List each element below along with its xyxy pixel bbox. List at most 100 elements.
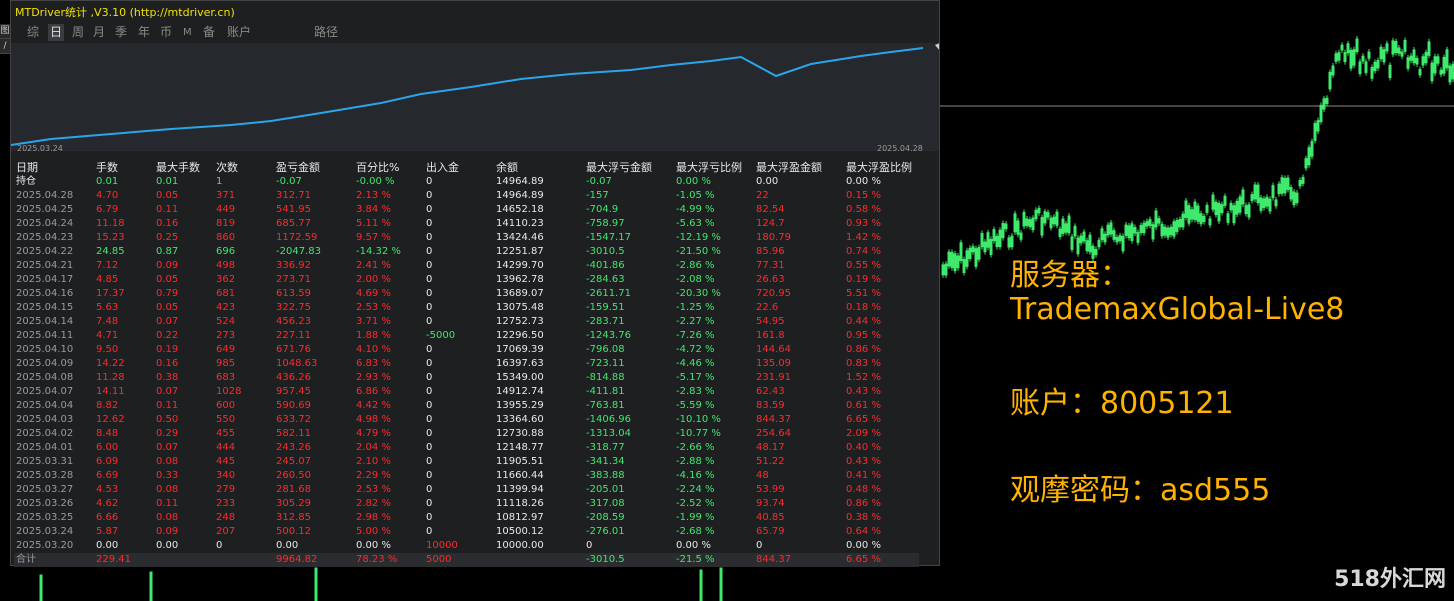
table-row[interactable]: 2025.04.28 4.70 0.05 371 312.71 2.13 % 0 14964.…	[14, 189, 919, 203]
table-cell: -205.01	[586, 484, 625, 495]
candle-body	[965, 250, 969, 267]
table-row[interactable]: 2025.04.09 14.22 0.16 985 1048.63 6.83 % 0 1639…	[14, 357, 919, 371]
candle-body	[1421, 56, 1425, 66]
table-cell: 5.63	[96, 302, 119, 313]
candle-body	[1073, 225, 1077, 237]
table-row[interactable]: 2025.04.08 11.28 0.38 683 436.26 2.93 % 0 15349…	[14, 371, 919, 385]
column-header[interactable]: 盈亏金额	[274, 161, 354, 175]
tab-currency[interactable]: 币	[160, 24, 172, 41]
table-row[interactable]: 2025.04.24 11.18 0.16 819 685.77 5.11 % 0 14110…	[14, 217, 919, 231]
tab-account[interactable]: 账户	[227, 24, 251, 41]
column-header[interactable]: 出入金	[424, 161, 494, 175]
equity-curve: 2025.03.24 2025.04.28	[10, 43, 940, 153]
table-cell: -2.83 %	[676, 386, 715, 397]
table-row[interactable]: 2025.03.25 6.66 0.08 248 312.85 2.98 % 0 10812.…	[14, 511, 919, 525]
candle-body	[1067, 215, 1071, 234]
candle-body	[1169, 226, 1173, 236]
column-header[interactable]: 最大手数	[154, 161, 214, 175]
table-cell: 2025.04.17	[16, 274, 74, 285]
column-header[interactable]: 最大浮亏金额	[584, 161, 674, 175]
candle-body	[1322, 98, 1326, 110]
draw-line-tool-button[interactable]: /	[0, 39, 10, 54]
table-cell: 7.12	[96, 260, 119, 271]
table-cell: 2025.03.31	[16, 456, 74, 467]
candle-body	[149, 571, 153, 601]
tab-quarterly[interactable]: 季	[115, 24, 127, 41]
candle-body	[1175, 220, 1179, 232]
column-header[interactable]: 手数	[94, 161, 154, 175]
table-cell: 2025.04.09	[16, 358, 74, 369]
table-cell: 6.83 %	[356, 358, 391, 369]
table-row[interactable]: 2025.04.03 12.62 0.50 550 633.72 4.98 % 0 13364…	[14, 413, 919, 427]
candle-body	[1004, 223, 1008, 230]
tab-summary[interactable]: 综	[27, 24, 39, 41]
table-row[interactable]: 2025.04.02 8.48 0.29 455 582.11 4.79 % 0 12730.…	[14, 427, 919, 441]
table-row[interactable]: 2025.04.17 4.85 0.05 362 273.71 2.00 % 0 13962.…	[14, 273, 919, 287]
table-cell: 243.26	[276, 442, 311, 453]
table-row[interactable]: 2025.04.21 7.12 0.09 498 336.92 2.41 % 0 14299.…	[14, 259, 919, 273]
candle-body	[989, 239, 993, 256]
table-cell: 1.52 %	[846, 372, 881, 383]
tab-m[interactable]: M	[183, 24, 192, 41]
tab-notes[interactable]: 备	[203, 24, 215, 41]
column-header[interactable]: 最大浮盈比例	[844, 161, 919, 175]
table-row[interactable]: 2025.04.23 15.23 0.25 860 1172.59 9.57 % 0 1342…	[14, 231, 919, 245]
column-header[interactable]: 次数	[214, 161, 274, 175]
table-row[interactable]: 2025.03.24 5.87 0.09 207 500.12 5.00 % 0 10500.…	[14, 525, 919, 539]
table-row[interactable]: 2025.04.01 6.00 0.07 444 243.26 2.04 % 0 12148.…	[14, 441, 919, 455]
candle-body	[959, 242, 963, 262]
table-cell: 312.85	[276, 512, 311, 523]
table-cell: 5.51 %	[846, 288, 881, 299]
holding-row[interactable]: 持仓 0.01 0.01 1 -0.07 -0.00 % 0 14964.89 -0.07 0.0…	[14, 175, 919, 189]
table-row[interactable]: 2025.03.28 6.69 0.33 340 260.50 2.29 % 0 11660.…	[14, 469, 919, 483]
candle-body	[1277, 183, 1281, 195]
candle-body	[1364, 61, 1368, 73]
candle-body	[1025, 218, 1029, 226]
table-cell: 48	[756, 470, 769, 481]
table-row[interactable]: 2025.04.25 6.79 0.11 449 541.95 3.84 % 0 14652.…	[14, 203, 919, 217]
table-row[interactable]: 2025.04.07 14.11 0.07 1028 957.45 6.86 % 0 1491…	[14, 385, 919, 399]
table-row[interactable]: 2025.04.16 17.37 0.79 681 613.59 4.69 % 0 13689…	[14, 287, 919, 301]
candle-body	[1109, 222, 1113, 235]
column-header[interactable]: 余额	[494, 161, 584, 175]
candle-body	[699, 569, 703, 601]
table-cell: 671.76	[276, 344, 311, 355]
table-cell: 15349.00	[496, 372, 544, 383]
tab-yearly[interactable]: 年	[138, 24, 150, 41]
tab-daily[interactable]: 日	[48, 24, 65, 41]
table-cell: 0.50	[156, 414, 179, 425]
tab-weekly[interactable]: 周	[72, 24, 84, 41]
candle-body	[962, 259, 966, 273]
table-cell: -763.81	[586, 400, 625, 411]
table-row[interactable]: 2025.03.31 6.09 0.08 445 245.07 2.10 % 0 11905.…	[14, 455, 919, 469]
table-cell: 0	[426, 288, 433, 299]
table-row[interactable]: 2025.04.14 7.48 0.07 524 456.23 3.71 % 0 12752.…	[14, 315, 919, 329]
table-row[interactable]: 2025.04.22 24.85 0.87 696 -2047.83 -14.32 % 0 1…	[14, 245, 919, 259]
table-row[interactable]: 2025.03.20 0.00 0.00 0 0.00 0.00 % 10000 10000.…	[14, 539, 919, 553]
column-header[interactable]: 百分比%	[354, 161, 424, 175]
mtdriver-stats-panel: MTDriver统计 ,V3.10 (http://mtdriver.cn) 综…	[10, 0, 940, 567]
tab-path[interactable]: 路径	[314, 24, 338, 41]
equity-end-marker	[935, 43, 940, 51]
chart-tool-button[interactable]: 图	[0, 24, 10, 39]
table-cell: 12148.77	[496, 442, 544, 453]
table-cell: 0	[426, 260, 433, 271]
tab-monthly[interactable]: 月	[93, 24, 105, 41]
table-row[interactable]: 2025.03.27 4.53 0.08 279 281.68 2.53 % 0 11399.…	[14, 483, 919, 497]
candle-body	[1427, 41, 1431, 56]
table-row[interactable]: 2025.04.11 4.71 0.22 273 227.11 1.88 % -5000 12…	[14, 329, 919, 343]
table-row[interactable]: 2025.04.10 9.50 0.19 649 671.76 4.10 % 0 17069.…	[14, 343, 919, 357]
table-row[interactable]: 2025.03.26 4.62 0.11 233 305.29 2.82 % 0 11118.…	[14, 497, 919, 511]
column-header[interactable]: 最大浮盈金额	[754, 161, 844, 175]
table-cell: 2.00 %	[356, 274, 391, 285]
table-row[interactable]: 2025.04.15 5.63 0.05 423 322.75 2.53 % 0 13075.…	[14, 301, 919, 315]
column-header[interactable]: 最大浮亏比例	[674, 161, 754, 175]
column-header[interactable]: 日期	[14, 161, 94, 175]
table-cell: 233	[216, 498, 236, 509]
table-cell: 0	[426, 414, 433, 425]
table-cell: 2025.03.27	[16, 484, 74, 495]
candle-body	[1415, 58, 1419, 65]
candle-body	[1205, 204, 1209, 213]
table-row[interactable]: 2025.04.04 8.82 0.11 600 590.69 4.42 % 0 13955.…	[14, 399, 919, 413]
total-row[interactable]: 合计 229.41 9964.82 78.23 % 5000 -3010.5 -21.5 %…	[14, 553, 919, 567]
